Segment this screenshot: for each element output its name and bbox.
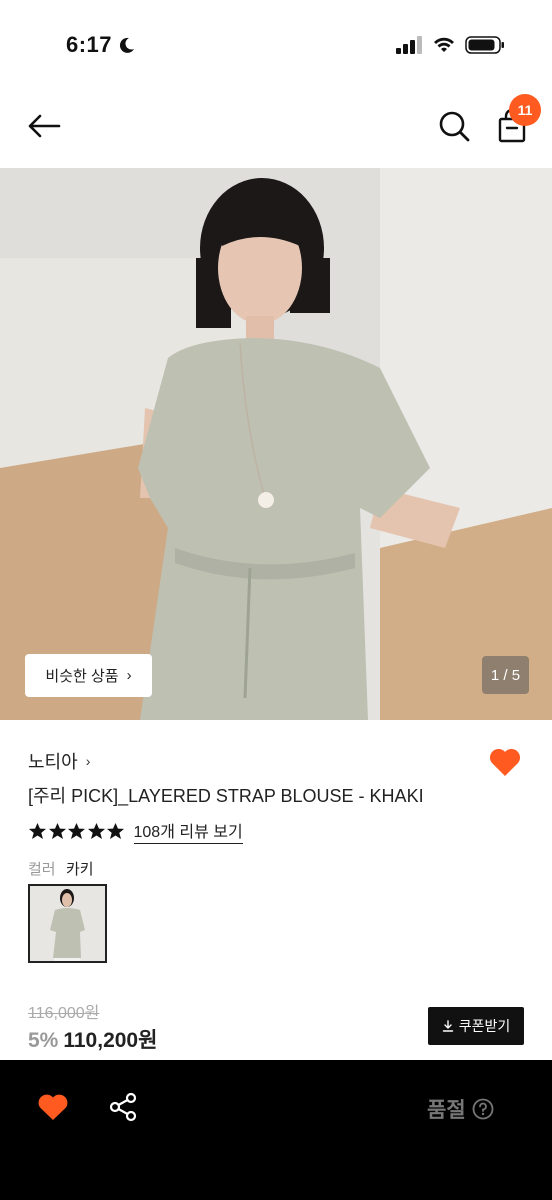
color-label: 컬러	[28, 861, 56, 878]
similar-products-label: 비슷한 상품	[45, 668, 119, 685]
battery-icon	[465, 36, 504, 54]
sold-out-button[interactable]: 품절	[427, 1094, 494, 1124]
image-counter: 1 / 5	[482, 656, 529, 694]
chevron-right-icon: ›	[85, 753, 91, 769]
discount-rate: 5%	[28, 1029, 59, 1052]
similar-products-button[interactable]: 비슷한 상품 ›	[25, 654, 152, 697]
wifi-icon	[434, 37, 454, 52]
star-icon	[67, 822, 86, 840]
sale-price: 110,200원	[63, 1029, 158, 1052]
coupon-button[interactable]: 쿠폰받기	[428, 1007, 524, 1045]
share-icon[interactable]	[108, 1092, 138, 1122]
bottom-action-bar: 품절	[0, 1060, 552, 1200]
cart-count-badge: 11	[509, 94, 541, 126]
help-circle-icon[interactable]	[472, 1098, 494, 1120]
coupon-label: 쿠폰받기	[458, 1018, 511, 1034]
product-image[interactable]	[0, 168, 552, 720]
price-row: 5% 110,200원	[28, 1024, 157, 1054]
brand-link[interactable]: 노티아 ›	[28, 748, 90, 774]
swatch-thumbnail	[30, 886, 105, 961]
star-icon	[87, 822, 105, 840]
signal-icon	[396, 36, 422, 54]
chevron-right-icon: ›	[126, 667, 132, 684]
star-icon	[48, 822, 66, 840]
brand-name: 노티아	[28, 752, 78, 772]
rating-row: 108개 리뷰 보기	[28, 818, 243, 844]
star-icon	[106, 822, 125, 840]
app-header	[0, 90, 552, 168]
rating-stars	[28, 822, 126, 840]
status-time: 6:17	[66, 32, 113, 57]
download-icon	[442, 1020, 453, 1032]
heart-icon[interactable]	[37, 1092, 69, 1122]
status-bar: 6:17	[0, 0, 552, 90]
moon-icon	[119, 37, 134, 53]
color-value: 카키	[66, 861, 94, 878]
back-arrow-icon[interactable]	[26, 108, 62, 144]
sold-out-label: 품절	[427, 1099, 466, 1122]
star-icon	[28, 822, 47, 840]
reviews-link[interactable]: 108개 리뷰 보기	[133, 818, 243, 844]
search-icon[interactable]	[436, 108, 472, 144]
wishlist-heart-icon[interactable]	[488, 746, 522, 778]
product-title: [주리 PICK]_LAYERED STRAP BLOUSE - KHAKI	[28, 786, 424, 806]
product-photo	[0, 168, 552, 720]
color-swatch-khaki[interactable]	[28, 884, 107, 963]
original-price: 116,000원	[28, 1005, 100, 1022]
